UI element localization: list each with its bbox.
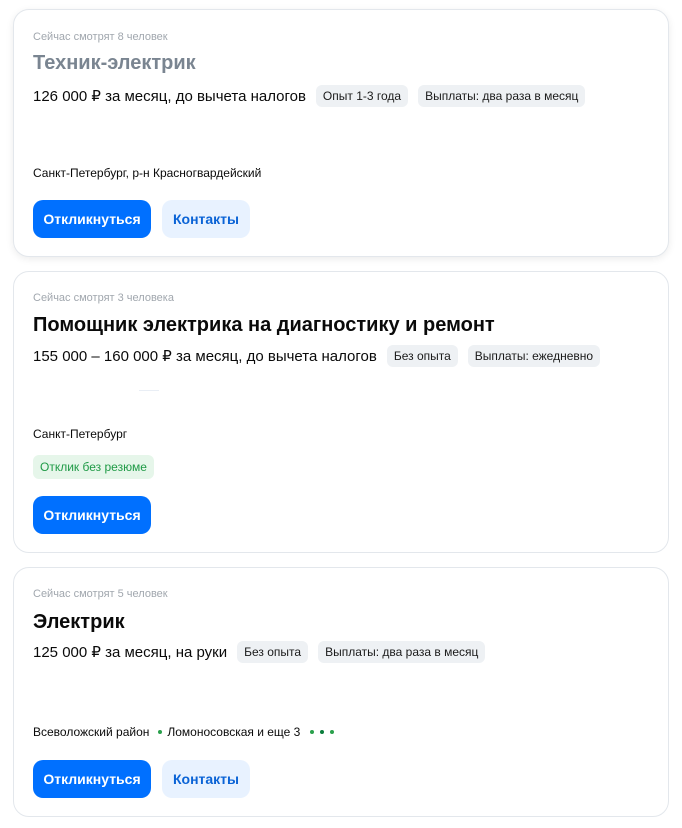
respond-button[interactable]: Откликнуться bbox=[33, 496, 151, 534]
experience-chip: Без опыта bbox=[237, 641, 309, 663]
no-resume-badge: Отклик без резюме bbox=[33, 455, 154, 479]
location-row: Всеволожский район Ломоносовская и еще 3 bbox=[33, 725, 335, 739]
payout-chip: Выплаты: ежедневно bbox=[467, 345, 601, 367]
vacancy-title[interactable]: Помощник электрика на диагностику и ремо… bbox=[33, 314, 495, 337]
district: Всеволожский район bbox=[33, 725, 150, 739]
contacts-button[interactable]: Контакты bbox=[162, 200, 250, 238]
location: Санкт-Петербург, р-н Красногвардейский bbox=[33, 166, 262, 180]
salary: 155 000 – 160 000 ₽ за месяц, до вычета … bbox=[33, 348, 377, 365]
metro-station: Ломоносовская и еще 3 bbox=[167, 725, 301, 739]
salary-row: 126 000 ₽ за месяц, до вычета налогов Оп… bbox=[33, 85, 595, 107]
more-metro-icon bbox=[304, 730, 335, 734]
vacancy-card[interactable]: Сейчас смотрят 5 человек Электрик 125 00… bbox=[13, 567, 669, 817]
divider bbox=[139, 390, 159, 391]
viewers-count: Сейчас смотрят 3 человека bbox=[33, 292, 174, 304]
metro-dot-icon bbox=[310, 730, 315, 734]
payout-chip: Выплаты: два раза в месяц bbox=[418, 85, 586, 107]
experience-chip: Без опыта bbox=[386, 345, 458, 367]
vacancy-card[interactable]: Сейчас смотрят 3 человека Помощник элект… bbox=[13, 271, 669, 553]
vacancy-title[interactable]: Электрик bbox=[33, 611, 125, 634]
viewers-count: Сейчас смотрят 8 человек bbox=[33, 31, 168, 43]
salary: 126 000 ₽ за месяц, до вычета налогов bbox=[33, 88, 306, 105]
metro-dot-icon bbox=[320, 730, 325, 734]
contacts-button[interactable]: Контакты bbox=[162, 760, 250, 798]
salary: 125 000 ₽ за месяц, на руки bbox=[33, 644, 228, 661]
experience-chip: Опыт 1-3 года bbox=[315, 85, 409, 107]
viewers-count: Сейчас смотрят 5 человек bbox=[33, 588, 168, 600]
respond-button[interactable]: Откликнуться bbox=[33, 200, 151, 238]
location: Санкт-Петербург bbox=[33, 427, 128, 441]
metro-icon bbox=[158, 730, 163, 734]
metro-dot-icon bbox=[330, 730, 335, 734]
payout-chip: Выплаты: два раза в месяц bbox=[318, 641, 486, 663]
salary-row: 125 000 ₽ за месяц, на руки Без опыта Вы… bbox=[33, 641, 495, 663]
respond-button[interactable]: Откликнуться bbox=[33, 760, 151, 798]
salary-row: 155 000 – 160 000 ₽ за месяц, до вычета … bbox=[33, 345, 610, 367]
vacancy-card[interactable]: Сейчас смотрят 8 человек Техник-электрик… bbox=[13, 9, 669, 257]
vacancy-title[interactable]: Техник-электрик bbox=[33, 52, 196, 75]
